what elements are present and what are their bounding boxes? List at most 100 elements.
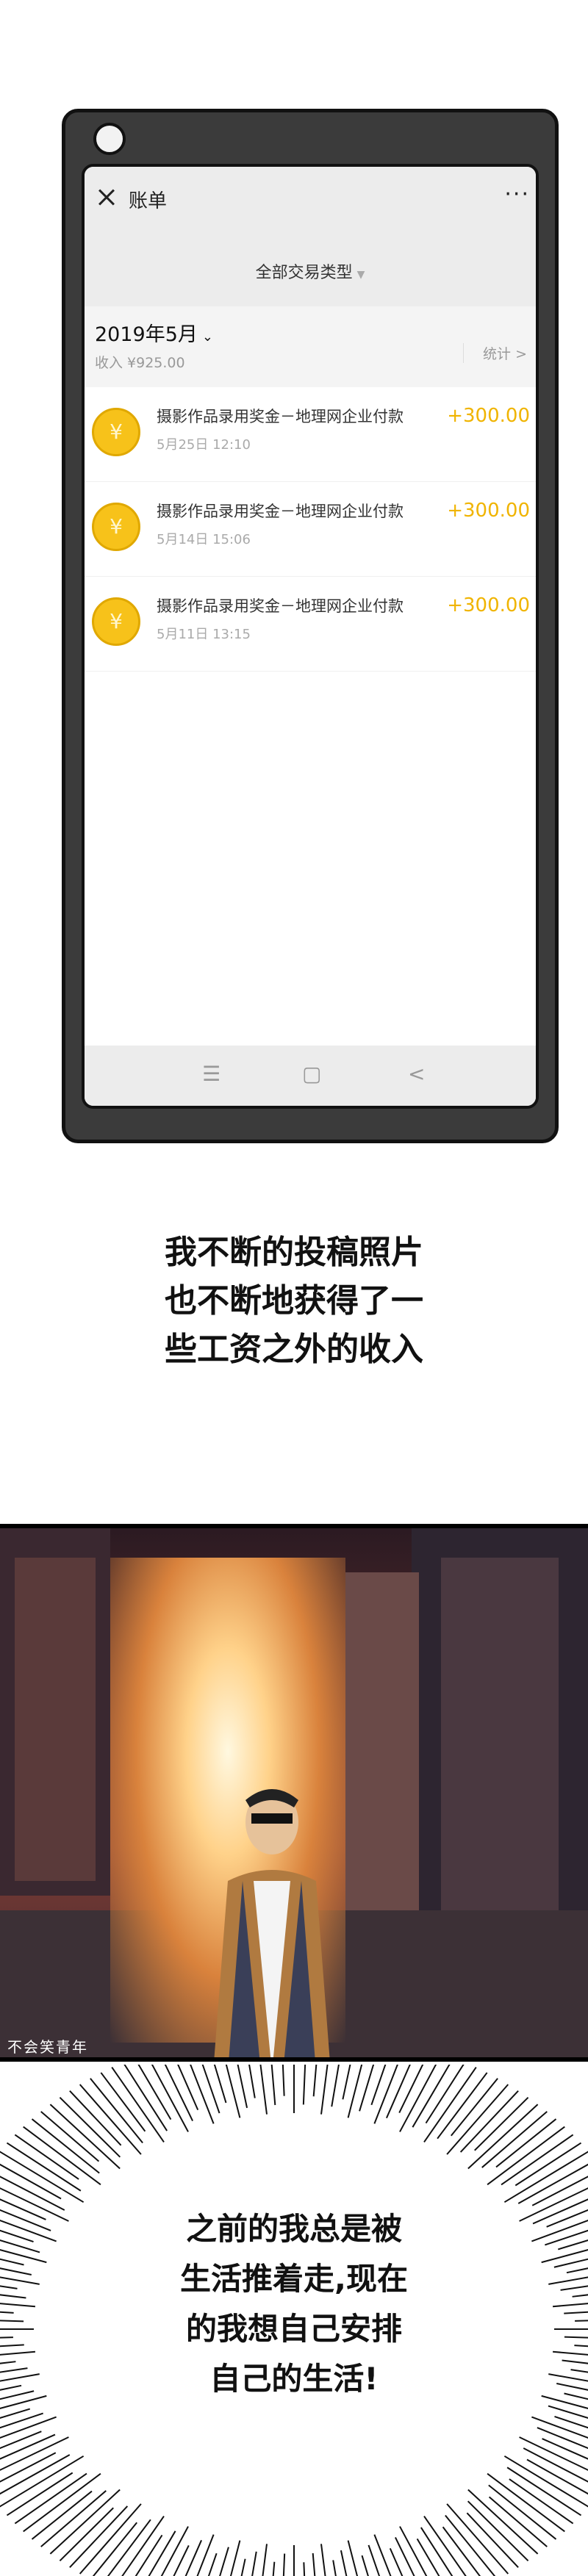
burst-line: [164, 2065, 193, 2121]
burst-line: [488, 2496, 548, 2547]
burst-line: [466, 2512, 519, 2569]
transaction-row[interactable]: ¥ 摄影作品录用奖金－地理网企业付款 5月11日 13:15 +300.00: [85, 577, 536, 672]
burst-line: [14, 2134, 79, 2180]
burst-line: [474, 2096, 529, 2151]
burst-line: [312, 2065, 318, 2097]
caption-line: 之前的我总是被: [185, 2211, 402, 2247]
burst-line: [237, 2065, 248, 2109]
burst-line: [451, 2078, 498, 2137]
burst-line: [487, 2472, 565, 2533]
burst-line: [23, 2126, 101, 2186]
burst-line: [467, 2489, 539, 2555]
burst-line: [373, 2534, 392, 2576]
burst-line: [272, 2561, 276, 2576]
burst-line: [190, 2065, 215, 2124]
burst-line: [31, 2490, 93, 2540]
burst-line: [342, 2065, 351, 2100]
burst-line: [135, 2534, 163, 2576]
burst-line: [531, 2176, 588, 2206]
burst-line: [259, 2065, 268, 2115]
burst-line: [373, 2065, 398, 2124]
month-label: 2019年5月: [95, 323, 198, 346]
burst-line: [270, 2065, 276, 2106]
caption-line: 生活推着走,现在: [180, 2261, 408, 2297]
burst-line: [49, 2489, 121, 2555]
caption-income: 我不断的投稿照片 也不断地获得了一 些工资之外的收入: [0, 1228, 588, 1374]
transaction-date: 5月11日 13:15: [157, 627, 251, 642]
burst-line: [487, 2126, 565, 2186]
burst-line: [420, 2527, 453, 2576]
caption-burst: 之前的我总是被 生活推着走,现在 的我想自己安排 自己的生活!: [0, 2204, 588, 2404]
burst-line: [320, 2544, 326, 2576]
burst-line: [219, 2547, 229, 2576]
transaction-title: 摄影作品录用奖金－地理网企业付款: [157, 597, 404, 615]
burst-line: [303, 2562, 306, 2576]
burst-line: [0, 2452, 57, 2483]
burst-line: [395, 2537, 415, 2576]
transaction-list: ¥ 摄影作品录用奖金－地理网企业付款 5月25日 12:10 +300.00 ¥…: [85, 387, 536, 672]
burst-line: [262, 2544, 268, 2576]
transaction-type-filter[interactable]: 全部交易类型 ▼: [85, 259, 536, 283]
burst-line: [554, 2415, 588, 2429]
burst-line: [320, 2065, 329, 2115]
camera-icon: [93, 123, 126, 155]
burst-line: [537, 2427, 588, 2450]
burst-line: [0, 2412, 43, 2429]
burst-line: [437, 2072, 488, 2140]
menu-icon[interactable]: ☰: [202, 1062, 220, 1086]
stats-link[interactable]: 统计 >: [463, 343, 527, 363]
caret-down-icon: ▼: [356, 269, 365, 281]
burst-line: [467, 2104, 539, 2170]
transaction-title: 摄影作品录用奖金－地理网企业付款: [157, 408, 404, 425]
burst-line: [514, 2142, 582, 2187]
man-in-coat: [214, 1789, 330, 2057]
burst-line: [509, 2478, 574, 2525]
burst-line: [69, 2090, 122, 2146]
caption-line: 自己的生活!: [209, 2361, 379, 2397]
watermark: 不会笑青年: [7, 2038, 88, 2056]
filter-label: 全部交易类型: [255, 264, 353, 282]
transaction-row[interactable]: ¥ 摄影作品录用奖金－地理网企业付款 5月14日 15:06 +300.00: [85, 482, 536, 577]
burst-line: [137, 2065, 172, 2120]
burst-line: [312, 2552, 316, 2576]
title-bar: 账单 ···: [85, 167, 536, 237]
burst-line: [100, 2072, 146, 2132]
yuan-coin-icon: ¥: [92, 503, 140, 551]
burst-line: [347, 2065, 363, 2118]
income-total: 收入 ¥925.00: [95, 355, 185, 371]
burst-line: [49, 2104, 121, 2170]
burst-line: [445, 2514, 496, 2576]
transaction-date: 5月25日 12:10: [157, 437, 251, 453]
caption-line: 些工资之外的收入: [165, 1331, 423, 1368]
burst-line: [370, 2065, 387, 2106]
burst-line: [184, 2539, 202, 2576]
transaction-amount: +300.00: [447, 594, 530, 616]
burst-line: [6, 2472, 74, 2516]
yuan-coin-icon: ¥: [92, 408, 140, 456]
phone-screen: 账单 ··· 全部交易类型 ▼ 2019年5月 ⌄ 收入 ¥925.00 统计 > …: [82, 164, 539, 1109]
month-selector[interactable]: 2019年5月 ⌄: [95, 318, 213, 347]
burst-line: [495, 2118, 557, 2168]
close-icon[interactable]: [93, 184, 120, 211]
transaction-amount: +300.00: [447, 500, 530, 522]
filter-bar: 全部交易类型 ▼: [85, 237, 536, 306]
transaction-title: 摄影作品录用奖金－地理网企业付款: [157, 503, 404, 520]
burst-line: [251, 2551, 257, 2576]
page-title: 账单: [129, 190, 168, 212]
caption-line: 也不断地获得了一: [165, 1282, 423, 1320]
back-icon[interactable]: <: [408, 1062, 425, 1086]
transaction-date: 5月14日 15:06: [157, 532, 251, 547]
more-menu-icon[interactable]: ···: [504, 181, 530, 207]
month-summary: 2019年5月 ⌄ 收入 ¥925.00 统计 >: [85, 306, 536, 387]
transaction-row[interactable]: ¥ 摄影作品录用奖金－地理网企业付款 5月25日 12:10 +300.00: [85, 387, 536, 482]
burst-line: [173, 2544, 190, 2576]
burst-line: [90, 2078, 143, 2144]
burst-line: [423, 2516, 467, 2576]
city-panel: 不会笑青年: [0, 1524, 588, 2062]
home-icon[interactable]: ▢: [302, 1062, 321, 1086]
burst-line: [107, 2519, 151, 2576]
caption-line: 我不断的投稿照片: [165, 1234, 423, 1271]
burst-line: [331, 2065, 340, 2107]
burst-line: [196, 2534, 215, 2576]
chevron-down-icon: ⌄: [201, 329, 213, 345]
